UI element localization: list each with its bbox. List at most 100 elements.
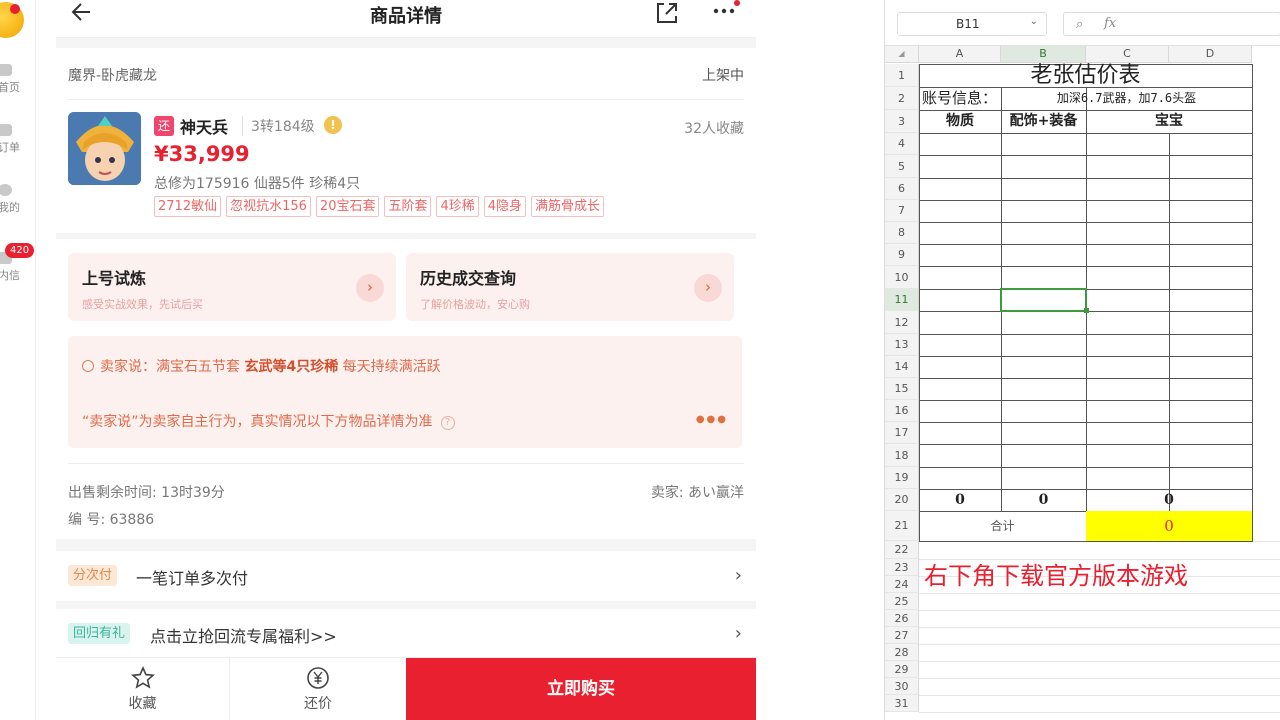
- row-header-19[interactable]: 19: [885, 467, 919, 489]
- nav-item-home[interactable]: 首页: [0, 64, 30, 95]
- return-gift-row[interactable]: 回归有礼 点击立抢回流专属福利>> ›: [56, 609, 756, 659]
- row-header-31[interactable]: 31: [885, 695, 919, 712]
- seller-says-text: 卖家说：满宝石五节套 玄武等4只珍稀 每天持续满活跃: [82, 356, 441, 376]
- row-header-8[interactable]: 8: [885, 222, 919, 244]
- row-header-9[interactable]: 9: [885, 244, 919, 266]
- row-header-20[interactable]: 20: [885, 489, 919, 511]
- question-icon[interactable]: ?: [440, 416, 455, 430]
- remaining-time: 出售剩余时间: 13时39分: [68, 485, 225, 501]
- row-header-25[interactable]: 25: [885, 593, 919, 610]
- carousel-dots-icon: ●●●: [695, 414, 728, 425]
- column-header-d[interactable]: D: [1169, 46, 1252, 63]
- row-header-21[interactable]: 21: [885, 511, 919, 541]
- table-border: [1169, 133, 1170, 511]
- seller-name[interactable]: 卖家: あい赢洋: [651, 482, 744, 502]
- column-header-b[interactable]: B: [1001, 46, 1086, 63]
- gridline: [919, 644, 1280, 645]
- row-header-12[interactable]: 12: [885, 311, 919, 334]
- row-header-16[interactable]: 16: [885, 400, 919, 422]
- row-header-23[interactable]: 23: [885, 559, 919, 576]
- row-header-29[interactable]: 29: [885, 661, 919, 678]
- total-label-cell[interactable]: 合计: [919, 511, 1086, 541]
- nav-item-orders[interactable]: 订单: [0, 124, 30, 155]
- header-cell-material[interactable]: 物质: [919, 110, 1001, 133]
- price-history-button[interactable]: 历史成交查询 了解价格波动，安心购 ›: [406, 253, 734, 321]
- share-icon[interactable]: [654, 0, 680, 26]
- table-border: [1252, 64, 1253, 541]
- row-header-11[interactable]: 11: [885, 289, 919, 311]
- column-header-c[interactable]: C: [1086, 46, 1169, 63]
- gridline: [919, 695, 1280, 696]
- row-header-27[interactable]: 27: [885, 627, 919, 644]
- sum-cell-c20[interactable]: 0: [1086, 489, 1252, 511]
- trial-login-button[interactable]: 上号试炼 感受实战效果，先试后买 ›: [68, 253, 396, 321]
- row-header-28[interactable]: 28: [885, 644, 919, 661]
- account-value-cell[interactable]: 加深6.7武器，加7.6头盔: [1001, 87, 1252, 110]
- speech-icon: [82, 360, 94, 372]
- character-avatar[interactable]: [68, 112, 141, 185]
- column-header-a[interactable]: A: [919, 46, 1001, 63]
- row-header-30[interactable]: 30: [885, 678, 919, 695]
- info-icon[interactable]: !: [324, 116, 342, 134]
- row-header-4[interactable]: 4: [885, 133, 919, 155]
- row-header-17[interactable]: 17: [885, 422, 919, 444]
- row-header-3[interactable]: 3: [885, 110, 919, 133]
- row-header-14[interactable]: 14: [885, 356, 919, 378]
- total-value-cell[interactable]: 0: [1086, 511, 1252, 541]
- row-header-1[interactable]: 1: [885, 64, 919, 87]
- serial-number: 编 号: 63886: [68, 512, 155, 528]
- row-header-24[interactable]: 24: [885, 576, 919, 593]
- table-border: [1086, 110, 1087, 541]
- header-cell-pet[interactable]: 宝宝: [1086, 110, 1252, 133]
- row-header-26[interactable]: 26: [885, 610, 919, 627]
- yen-coin-icon: [307, 667, 329, 689]
- row-header-18[interactable]: 18: [885, 444, 919, 467]
- selected-cell-b11[interactable]: [1000, 288, 1087, 312]
- account-label-cell[interactable]: 账号信息：: [919, 87, 1001, 110]
- function-icon[interactable]: fx: [1104, 16, 1116, 31]
- sheet-title-cell[interactable]: 老张估价表: [919, 64, 1252, 87]
- select-all-corner[interactable]: ◢: [885, 46, 919, 63]
- feature-tags: 2712敏仙 忽视抗水156 20宝石套 五阶套 4珍稀 4隐身 满筋骨成长: [154, 196, 605, 217]
- page-title: 商品详情: [370, 6, 442, 27]
- formula-input[interactable]: ⌕ fx: [1063, 12, 1280, 36]
- feature-title: 历史成交查询: [420, 269, 517, 288]
- sum-cell-a20[interactable]: 0: [919, 489, 1001, 511]
- nav-item-mine[interactable]: 我的: [0, 184, 30, 215]
- row-header-22[interactable]: 22: [885, 541, 919, 559]
- sum-cell-b20[interactable]: 0: [1001, 489, 1086, 511]
- row-header-6[interactable]: 6: [885, 178, 919, 200]
- name-box[interactable]: B11 ⌄: [897, 12, 1047, 36]
- chevron-down-icon: ⌄: [1029, 16, 1038, 27]
- more-options-icon[interactable]: [710, 0, 742, 24]
- zoom-icon[interactable]: ⌕: [1076, 17, 1083, 32]
- gridline: [919, 610, 1280, 611]
- bottom-action-bar: 收藏 还价 立即购买: [56, 657, 756, 720]
- row-header-13[interactable]: 13: [885, 334, 919, 356]
- services-card: 上号试炼 感受实战效果，先试后买 › 历史成交查询 了解价格波动，安心购 › 卖…: [56, 239, 756, 539]
- spreadsheet-panel: B11 ⌄ ⌕ fx ◢ A B C D 1 2 3 4 5 6 7 8 9 10 11 12 13 14 15 16…: [884, 0, 1280, 720]
- app-logo[interactable]: [0, 2, 24, 38]
- listing-status: 上架中: [702, 68, 744, 84]
- row-header-5[interactable]: 5: [885, 155, 919, 178]
- buy-now-button[interactable]: 立即购买: [406, 658, 756, 720]
- header-cell-equipment[interactable]: 配饰+装备: [1001, 110, 1086, 133]
- row-header-10[interactable]: 10: [885, 266, 919, 289]
- server-breadcrumb[interactable]: 魔界-卧虎藏龙: [68, 65, 157, 85]
- nav-label: 内信: [0, 269, 20, 282]
- screen: 首页 订单 我的 内信 420 商品详情 魔界-卧虎藏龙 上架中 还 神天兵 3…: [0, 0, 1280, 720]
- bargain-tag: 还: [154, 116, 174, 136]
- character-portrait-icon: [68, 112, 141, 185]
- seller-says-prefix: 卖家说：满宝石五节套: [100, 359, 245, 375]
- installment-row[interactable]: 分次付 一笔订单多次付 ›: [56, 551, 756, 601]
- row-header-7[interactable]: 7: [885, 200, 919, 222]
- row-header-2[interactable]: 2: [885, 87, 919, 110]
- fill-handle[interactable]: [1084, 308, 1089, 313]
- gridline: [919, 712, 1280, 713]
- message-count-badge: 420: [5, 243, 35, 258]
- bargain-button[interactable]: 还价: [230, 658, 406, 720]
- favorite-button[interactable]: 收藏: [56, 658, 230, 720]
- row-header-15[interactable]: 15: [885, 378, 919, 400]
- gridline: [919, 661, 1280, 662]
- bargain-label: 还价: [304, 696, 332, 712]
